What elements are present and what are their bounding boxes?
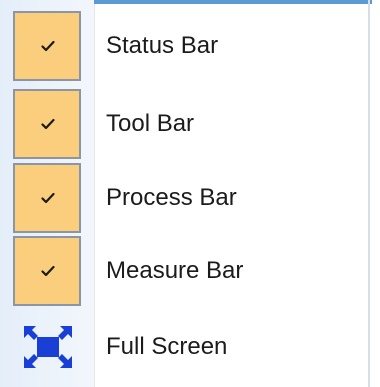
menu-item-label: Process Bar xyxy=(106,184,237,211)
checked-indicator xyxy=(13,89,81,159)
menu-item-process-bar[interactable]: Process Bar xyxy=(0,163,360,237)
menu-top-border xyxy=(94,0,372,4)
menu-item-label: Status Bar xyxy=(106,32,219,59)
menu-item-label: Full Screen xyxy=(106,333,228,360)
view-menu: Status Bar Tool Bar Process Bar Measure … xyxy=(0,0,380,387)
check-icon xyxy=(41,192,55,204)
menu-item-measure-bar[interactable]: Measure Bar xyxy=(0,236,360,310)
menu-item-status-bar[interactable]: Status Bar xyxy=(0,11,360,85)
menu-item-label: Measure Bar xyxy=(106,257,244,284)
fullscreen-icon xyxy=(24,326,72,368)
menu-item-full-screen[interactable]: Full Screen xyxy=(0,312,360,382)
menu-item-tool-bar[interactable]: Tool Bar xyxy=(0,89,360,163)
checked-indicator xyxy=(13,11,81,81)
menu-item-label: Tool Bar xyxy=(106,110,195,137)
check-icon xyxy=(41,40,55,52)
checked-indicator xyxy=(13,163,81,233)
checked-indicator xyxy=(13,236,81,306)
menu-right-border xyxy=(368,0,370,387)
check-icon xyxy=(41,265,55,277)
check-icon xyxy=(41,118,55,130)
